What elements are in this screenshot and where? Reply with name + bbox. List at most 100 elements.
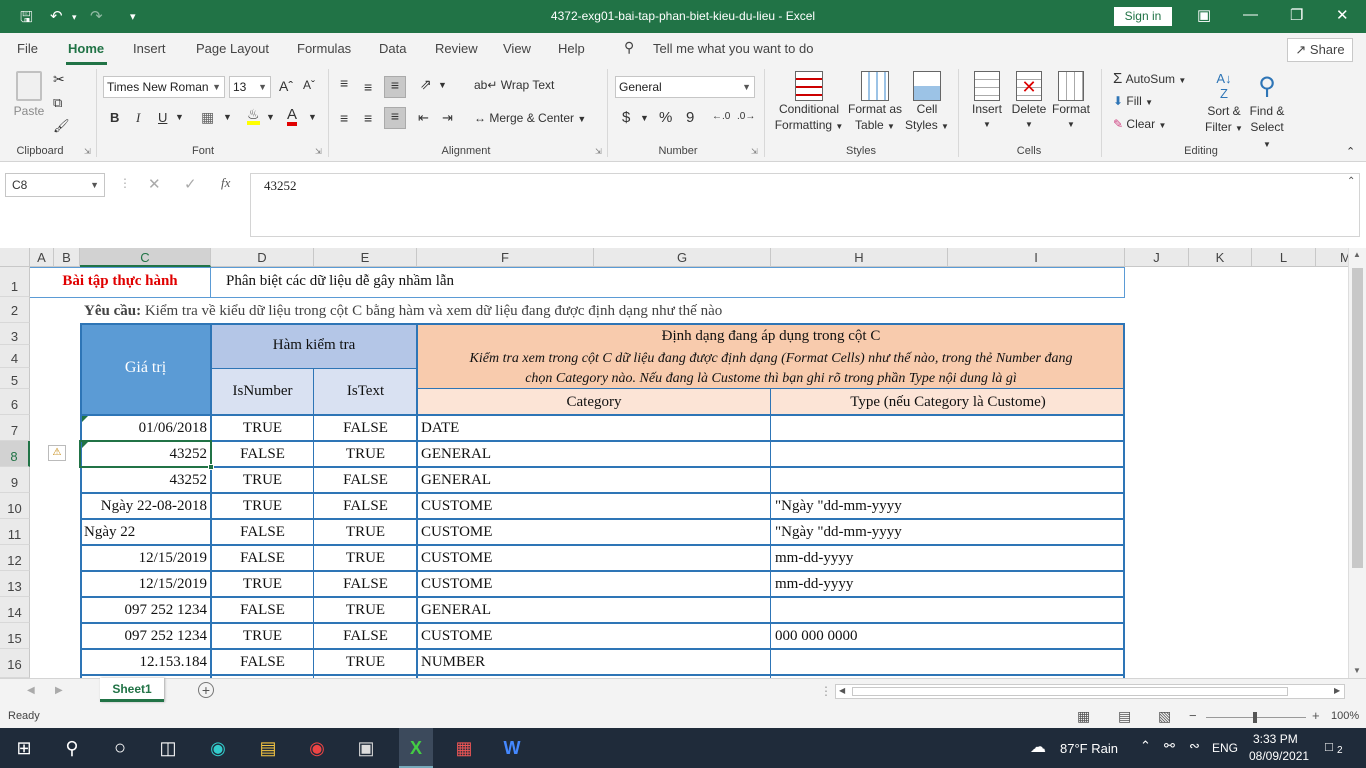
file-explorer-icon[interactable]: ▤ xyxy=(256,736,280,760)
normal-view-icon[interactable]: ▦ xyxy=(1077,708,1090,725)
decrease-indent-icon[interactable]: ⇤ xyxy=(418,110,429,126)
increase-decimal-icon[interactable]: ←.0 xyxy=(712,111,730,122)
number-format-select[interactable]: General ▼ xyxy=(615,76,755,98)
chevron-down-icon[interactable]: ▼ xyxy=(175,112,184,122)
tab-formulas[interactable]: Formulas xyxy=(297,41,351,56)
clock-date[interactable]: 08/09/2021 xyxy=(1249,749,1309,763)
column-header-a[interactable]: A xyxy=(30,248,54,267)
zoom-in-icon[interactable]: + xyxy=(1312,708,1320,723)
cortana-icon[interactable]: ○ xyxy=(108,736,132,760)
column-header-h[interactable]: H xyxy=(771,248,948,267)
expand-formula-bar-icon[interactable]: ⌃ xyxy=(1347,176,1355,187)
formula-input[interactable]: 43252 xyxy=(250,173,1360,237)
zoom-slider-thumb[interactable] xyxy=(1253,712,1257,723)
fill-button[interactable]: ⬇ Fill ▼ xyxy=(1113,94,1153,108)
scroll-down-icon[interactable]: ▼ xyxy=(1353,666,1361,675)
row-header[interactable]: 14 xyxy=(0,597,30,623)
align-bottom-icon[interactable]: ≡ xyxy=(384,76,406,98)
decrease-decimal-icon[interactable]: .0→ xyxy=(737,111,755,122)
excel-taskbar-icon[interactable]: X xyxy=(399,728,433,768)
scroll-tabs-left-icon[interactable]: ◀ xyxy=(27,685,35,696)
category-cell[interactable]: CUSTOME xyxy=(417,498,771,515)
collapse-ribbon-icon[interactable]: ⌃ xyxy=(1346,145,1355,158)
sign-in-button[interactable]: Sign in xyxy=(1114,7,1172,26)
row-header[interactable]: 6 xyxy=(0,389,30,415)
istext-cell[interactable]: FALSE xyxy=(314,498,417,515)
copy-icon[interactable]: ⧉ xyxy=(53,95,62,111)
requirement-text[interactable]: Yêu cầu: Kiểm tra về kiểu dữ liệu trong … xyxy=(84,303,984,320)
column-header-b[interactable]: B xyxy=(54,248,80,267)
value-cell[interactable]: 097 252 1234 xyxy=(80,602,211,619)
store-icon[interactable]: ▣ xyxy=(354,736,378,760)
isnumber-cell[interactable]: FALSE xyxy=(211,602,314,619)
sort-filter-button[interactable]: A↓ Z Sort & Filter ▼ xyxy=(1202,71,1246,137)
font-launcher-icon[interactable]: ⇲ xyxy=(315,147,322,156)
cell-styles-button[interactable]: Cell Styles ▼ xyxy=(902,71,952,135)
percent-button[interactable]: % xyxy=(659,109,672,126)
format-painter-icon[interactable]: 🖌 xyxy=(53,118,70,134)
clock-time[interactable]: 3:33 PM xyxy=(1253,732,1298,746)
istext-cell[interactable]: TRUE xyxy=(314,550,417,567)
autosum-button[interactable]: Σ AutoSum ▼ xyxy=(1113,70,1186,87)
category-cell[interactable]: DATE xyxy=(417,420,771,437)
name-box[interactable]: C8 ▼ xyxy=(5,173,105,197)
font-color-icon[interactable]: A xyxy=(287,107,298,126)
category-cell[interactable]: CUSTOME xyxy=(417,524,771,541)
value-cell[interactable]: Ngày 22-08-2018 xyxy=(80,498,211,515)
tell-me-input[interactable]: Tell me what you want to do xyxy=(653,41,813,56)
chevron-down-icon[interactable]: ▼ xyxy=(438,80,447,90)
column-header-f[interactable]: F xyxy=(417,248,594,267)
tab-insert[interactable]: Insert xyxy=(133,41,166,56)
exercise-title[interactable]: Bài tập thực hành xyxy=(30,273,210,290)
row-header[interactable]: 7 xyxy=(0,415,30,441)
format-as-table-button[interactable]: Format as Table ▼ xyxy=(846,71,904,135)
row-header[interactable]: 2 xyxy=(0,297,30,323)
clear-button[interactable]: ✎ Clear ▼ xyxy=(1113,117,1166,131)
windows-start-icon[interactable]: ⊞ xyxy=(12,736,36,760)
value-cell[interactable]: 43252 xyxy=(80,472,211,489)
underline-button[interactable]: U xyxy=(158,110,167,125)
paste-button[interactable]: Paste xyxy=(12,71,46,119)
find-select-button[interactable]: ⚲ Find & Select ▼ xyxy=(1245,71,1289,153)
maximize-icon[interactable]: ❐ xyxy=(1290,6,1303,24)
row-header[interactable]: 9 xyxy=(0,467,30,493)
category-cell[interactable]: CUSTOME xyxy=(417,550,771,567)
isnumber-cell[interactable]: TRUE xyxy=(211,472,314,489)
istext-cell[interactable]: TRUE xyxy=(314,446,417,463)
value-cell[interactable]: 12.153.184 xyxy=(80,654,211,671)
isnumber-cell[interactable]: FALSE xyxy=(211,654,314,671)
chevron-down-icon[interactable]: ▼ xyxy=(308,112,317,122)
conditional-formatting-button[interactable]: Conditional Formatting ▼ xyxy=(774,71,844,135)
row-header[interactable]: 11 xyxy=(0,519,30,545)
add-sheet-icon[interactable]: + xyxy=(198,682,214,698)
select-all-corner[interactable] xyxy=(0,248,30,267)
scroll-tabs-right-icon[interactable]: ▶ xyxy=(55,685,63,696)
isnumber-cell[interactable]: TRUE xyxy=(211,420,314,437)
number-launcher-icon[interactable]: ⇲ xyxy=(751,147,758,156)
row-header[interactable]: 8 xyxy=(0,441,30,467)
isnumber-cell[interactable]: FALSE xyxy=(211,550,314,567)
borders-icon[interactable]: ▦ xyxy=(201,109,214,126)
istext-cell[interactable]: TRUE xyxy=(314,602,417,619)
minimize-icon[interactable]: — xyxy=(1243,6,1258,23)
column-header-d[interactable]: D xyxy=(211,248,314,267)
word-taskbar-icon[interactable]: W xyxy=(500,736,524,760)
page-break-view-icon[interactable]: ▧ xyxy=(1158,708,1171,725)
clipboard-launcher-icon[interactable]: ⇲ xyxy=(84,147,91,156)
decrease-font-icon[interactable]: Aˇ xyxy=(303,78,315,92)
wifi-icon[interactable]: ∾ xyxy=(1189,738,1200,754)
row-header[interactable]: 12 xyxy=(0,545,30,571)
insert-cells-button[interactable]: Insert ▼ xyxy=(966,71,1008,133)
align-left-icon[interactable]: ≡ xyxy=(340,110,348,126)
cancel-entry-icon[interactable]: ✕ xyxy=(148,175,161,193)
zoom-out-icon[interactable]: − xyxy=(1189,708,1197,723)
horizontal-scroll-thumb[interactable] xyxy=(852,687,1288,696)
network-icon[interactable]: ⚯ xyxy=(1164,738,1175,754)
sheet-tab-sheet1[interactable]: Sheet1 xyxy=(100,678,164,702)
fill-color-icon[interactable]: ♨ xyxy=(247,107,260,125)
isnumber-cell[interactable]: FALSE xyxy=(211,446,314,463)
isnumber-cell[interactable]: TRUE xyxy=(211,498,314,515)
comma-button[interactable]: 9 xyxy=(686,109,694,126)
scroll-right-icon[interactable]: ▶ xyxy=(1334,686,1340,695)
column-header-e[interactable]: E xyxy=(314,248,417,267)
